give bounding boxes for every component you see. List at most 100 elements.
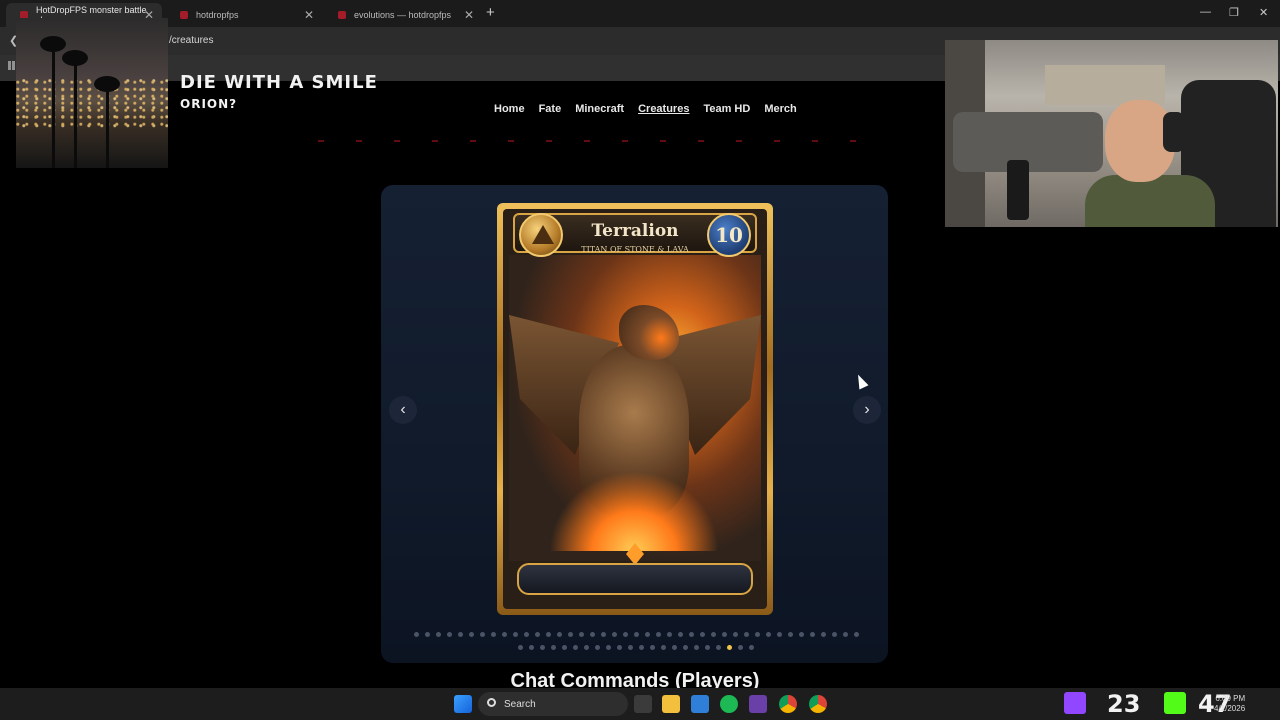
carousel-dot[interactable] xyxy=(694,645,699,650)
carousel-dot[interactable] xyxy=(754,632,760,637)
carousel-dot[interactable] xyxy=(721,632,727,637)
carousel-dot[interactable] xyxy=(644,632,650,637)
new-tab-icon[interactable]: + xyxy=(486,4,495,21)
tab-evolutions[interactable]: evolutions — hotdropfps ✕ xyxy=(324,3,482,27)
carousel-dot[interactable] xyxy=(457,632,463,637)
carousel-dot[interactable] xyxy=(738,645,743,650)
carousel-dot[interactable] xyxy=(749,645,754,650)
carousel-dot[interactable] xyxy=(446,632,452,637)
nav-fate[interactable]: Fate xyxy=(539,103,562,115)
carousel-next-button[interactable]: › xyxy=(853,396,881,424)
nav-merch[interactable]: Merch xyxy=(764,103,796,115)
nav-minecraft[interactable]: Minecraft xyxy=(575,103,624,115)
twitch-icon[interactable] xyxy=(1064,692,1086,714)
carousel-dot[interactable] xyxy=(595,645,600,650)
carousel-dot[interactable] xyxy=(732,632,738,637)
creature-card[interactable]: Terralion TITAN OF STONE & LAVA 10 xyxy=(497,203,773,615)
carousel-dot[interactable] xyxy=(551,645,556,650)
dragon-artwork xyxy=(509,255,761,561)
carousel-dot[interactable] xyxy=(600,632,606,637)
carousel-dot[interactable] xyxy=(655,632,661,637)
carousel-dot[interactable] xyxy=(435,632,441,637)
card-header: Terralion TITAN OF STONE & LAVA 10 xyxy=(513,213,757,257)
maximize-icon[interactable]: ❐ xyxy=(1229,6,1239,19)
tab-label: evolutions — hotdropfps xyxy=(354,10,452,20)
carousel-dot[interactable] xyxy=(688,632,694,637)
carousel-dot[interactable] xyxy=(809,632,815,637)
carousel-dot[interactable] xyxy=(490,632,496,637)
carousel-dot[interactable] xyxy=(606,645,611,650)
carousel-dot[interactable] xyxy=(556,632,562,637)
chrome-icon[interactable] xyxy=(779,695,797,713)
carousel-dot[interactable] xyxy=(611,632,617,637)
carousel-dot[interactable] xyxy=(529,645,534,650)
carousel-dot[interactable] xyxy=(567,632,573,637)
carousel-dot[interactable] xyxy=(617,645,622,650)
carousel-dot[interactable] xyxy=(573,645,578,650)
carousel-dot[interactable] xyxy=(468,632,474,637)
nav-home[interactable]: Home xyxy=(494,103,525,115)
carousel-dot[interactable] xyxy=(628,645,633,650)
carousel-dot[interactable] xyxy=(710,632,716,637)
taskbar-search[interactable]: Search xyxy=(478,692,628,716)
carousel-dot[interactable] xyxy=(787,632,793,637)
spotify-icon[interactable] xyxy=(720,695,738,713)
carousel-dot[interactable] xyxy=(842,632,848,637)
city-night-overlay xyxy=(16,18,168,168)
carousel-dot[interactable] xyxy=(666,632,672,637)
carousel-dot[interactable] xyxy=(501,632,507,637)
carousel-dot[interactable] xyxy=(512,632,518,637)
nav-creatures[interactable]: Creatures xyxy=(638,103,689,115)
carousel-dot[interactable] xyxy=(413,632,419,637)
carousel-dot[interactable] xyxy=(424,632,430,637)
carousel-dot[interactable] xyxy=(534,632,540,637)
card-name-plate xyxy=(517,563,753,595)
close-tab-icon[interactable]: ✕ xyxy=(304,8,314,22)
tab-hotdropfps[interactable]: hotdropfps ✕ xyxy=(166,3,322,27)
task-view-icon[interactable] xyxy=(634,695,652,713)
carousel-dot[interactable] xyxy=(798,632,804,637)
carousel-dot[interactable] xyxy=(562,645,567,650)
webcam-overlay xyxy=(945,40,1278,227)
carousel-dot[interactable] xyxy=(578,632,584,637)
carousel-dot[interactable] xyxy=(545,632,551,637)
carousel-dot[interactable] xyxy=(479,632,485,637)
carousel-dot[interactable] xyxy=(523,632,529,637)
carousel-dot[interactable] xyxy=(743,632,749,637)
carousel-dot[interactable] xyxy=(622,632,628,637)
system-clock[interactable]: 6:09 PM 4/1/2026 xyxy=(1214,694,1245,714)
carousel-dot[interactable] xyxy=(727,645,732,650)
kick-icon[interactable] xyxy=(1164,692,1186,714)
site-title[interactable]: DIE WITH A SMILE xyxy=(180,72,378,93)
carousel-dot[interactable] xyxy=(661,645,666,650)
carousel-dot[interactable] xyxy=(716,645,721,650)
close-tab-icon[interactable]: ✕ xyxy=(464,8,474,22)
carousel-dot[interactable] xyxy=(765,632,771,637)
carousel-dot[interactable] xyxy=(672,645,677,650)
carousel-dot[interactable] xyxy=(853,632,859,637)
carousel-dot[interactable] xyxy=(831,632,837,637)
chrome-profile-icon[interactable] xyxy=(809,695,827,713)
hud-fx-icon[interactable] xyxy=(749,695,767,713)
url-field[interactable]: /creatures xyxy=(169,35,213,46)
carousel-dot[interactable] xyxy=(820,632,826,637)
carousel-dot[interactable] xyxy=(677,632,683,637)
windows-start-icon[interactable] xyxy=(454,695,472,713)
carousel-dot[interactable] xyxy=(776,632,782,637)
file-explorer-icon[interactable] xyxy=(662,695,680,713)
carousel-dot[interactable] xyxy=(584,645,589,650)
carousel-dot[interactable] xyxy=(699,632,705,637)
carousel-prev-button[interactable]: ‹ xyxy=(389,396,417,424)
carousel-dot[interactable] xyxy=(639,645,644,650)
carousel-dot[interactable] xyxy=(705,645,710,650)
close-window-icon[interactable]: ✕ xyxy=(1259,6,1268,19)
minimize-icon[interactable]: — xyxy=(1200,6,1211,18)
carousel-dot[interactable] xyxy=(589,632,595,637)
carousel-dot[interactable] xyxy=(518,645,523,650)
nav-team-hd[interactable]: Team HD xyxy=(703,103,750,115)
carousel-dot[interactable] xyxy=(540,645,545,650)
carousel-dot[interactable] xyxy=(683,645,688,650)
carousel-dot[interactable] xyxy=(633,632,639,637)
notepad-icon[interactable] xyxy=(691,695,709,713)
carousel-dot[interactable] xyxy=(650,645,655,650)
